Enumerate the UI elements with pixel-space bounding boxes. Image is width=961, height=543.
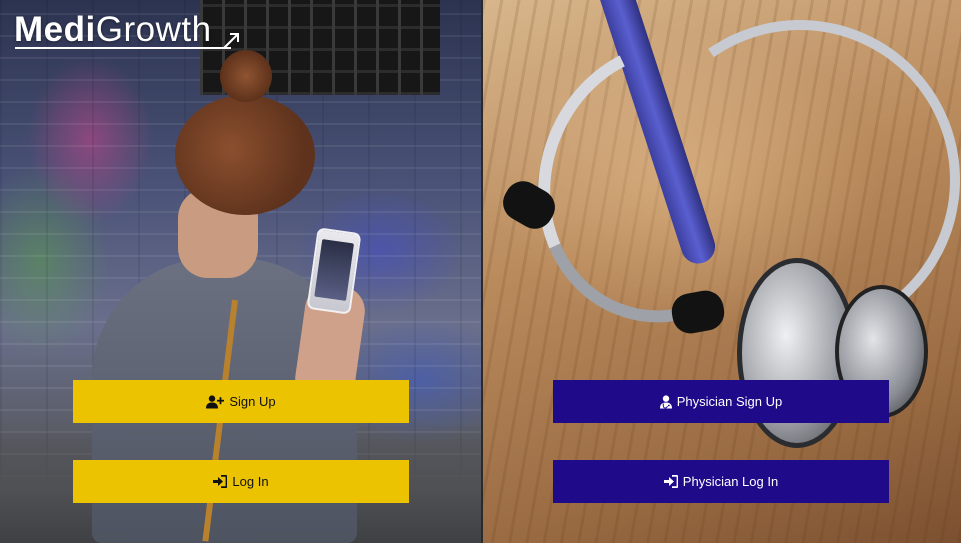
physician-sign-up-button[interactable]: Physician Sign Up xyxy=(553,380,889,423)
logo-underline xyxy=(15,47,231,49)
growth-arrow-icon xyxy=(223,33,239,49)
logo-text-light: Growth xyxy=(95,10,212,49)
logo-text-bold: Medi xyxy=(14,10,96,49)
sign-up-label: Sign Up xyxy=(229,394,276,409)
log-in-label: Log In xyxy=(232,474,269,489)
sign-in-icon xyxy=(213,475,228,488)
landing-page: MediGrowth Sign Up Log In Physician Sign… xyxy=(0,0,961,543)
physician-log-in-label: Physician Log In xyxy=(682,474,779,489)
physician-sign-up-label: Physician Sign Up xyxy=(676,394,783,409)
sign-in-icon xyxy=(663,475,678,488)
woman-head xyxy=(175,95,315,215)
woman-hair-bun xyxy=(220,50,272,102)
user-doctor-icon xyxy=(659,394,672,408)
log-in-button[interactable]: Log In xyxy=(73,460,409,503)
sign-up-button[interactable]: Sign Up xyxy=(73,380,409,423)
physician-log-in-button[interactable]: Physician Log In xyxy=(553,460,889,503)
user-plus-icon xyxy=(206,394,225,408)
